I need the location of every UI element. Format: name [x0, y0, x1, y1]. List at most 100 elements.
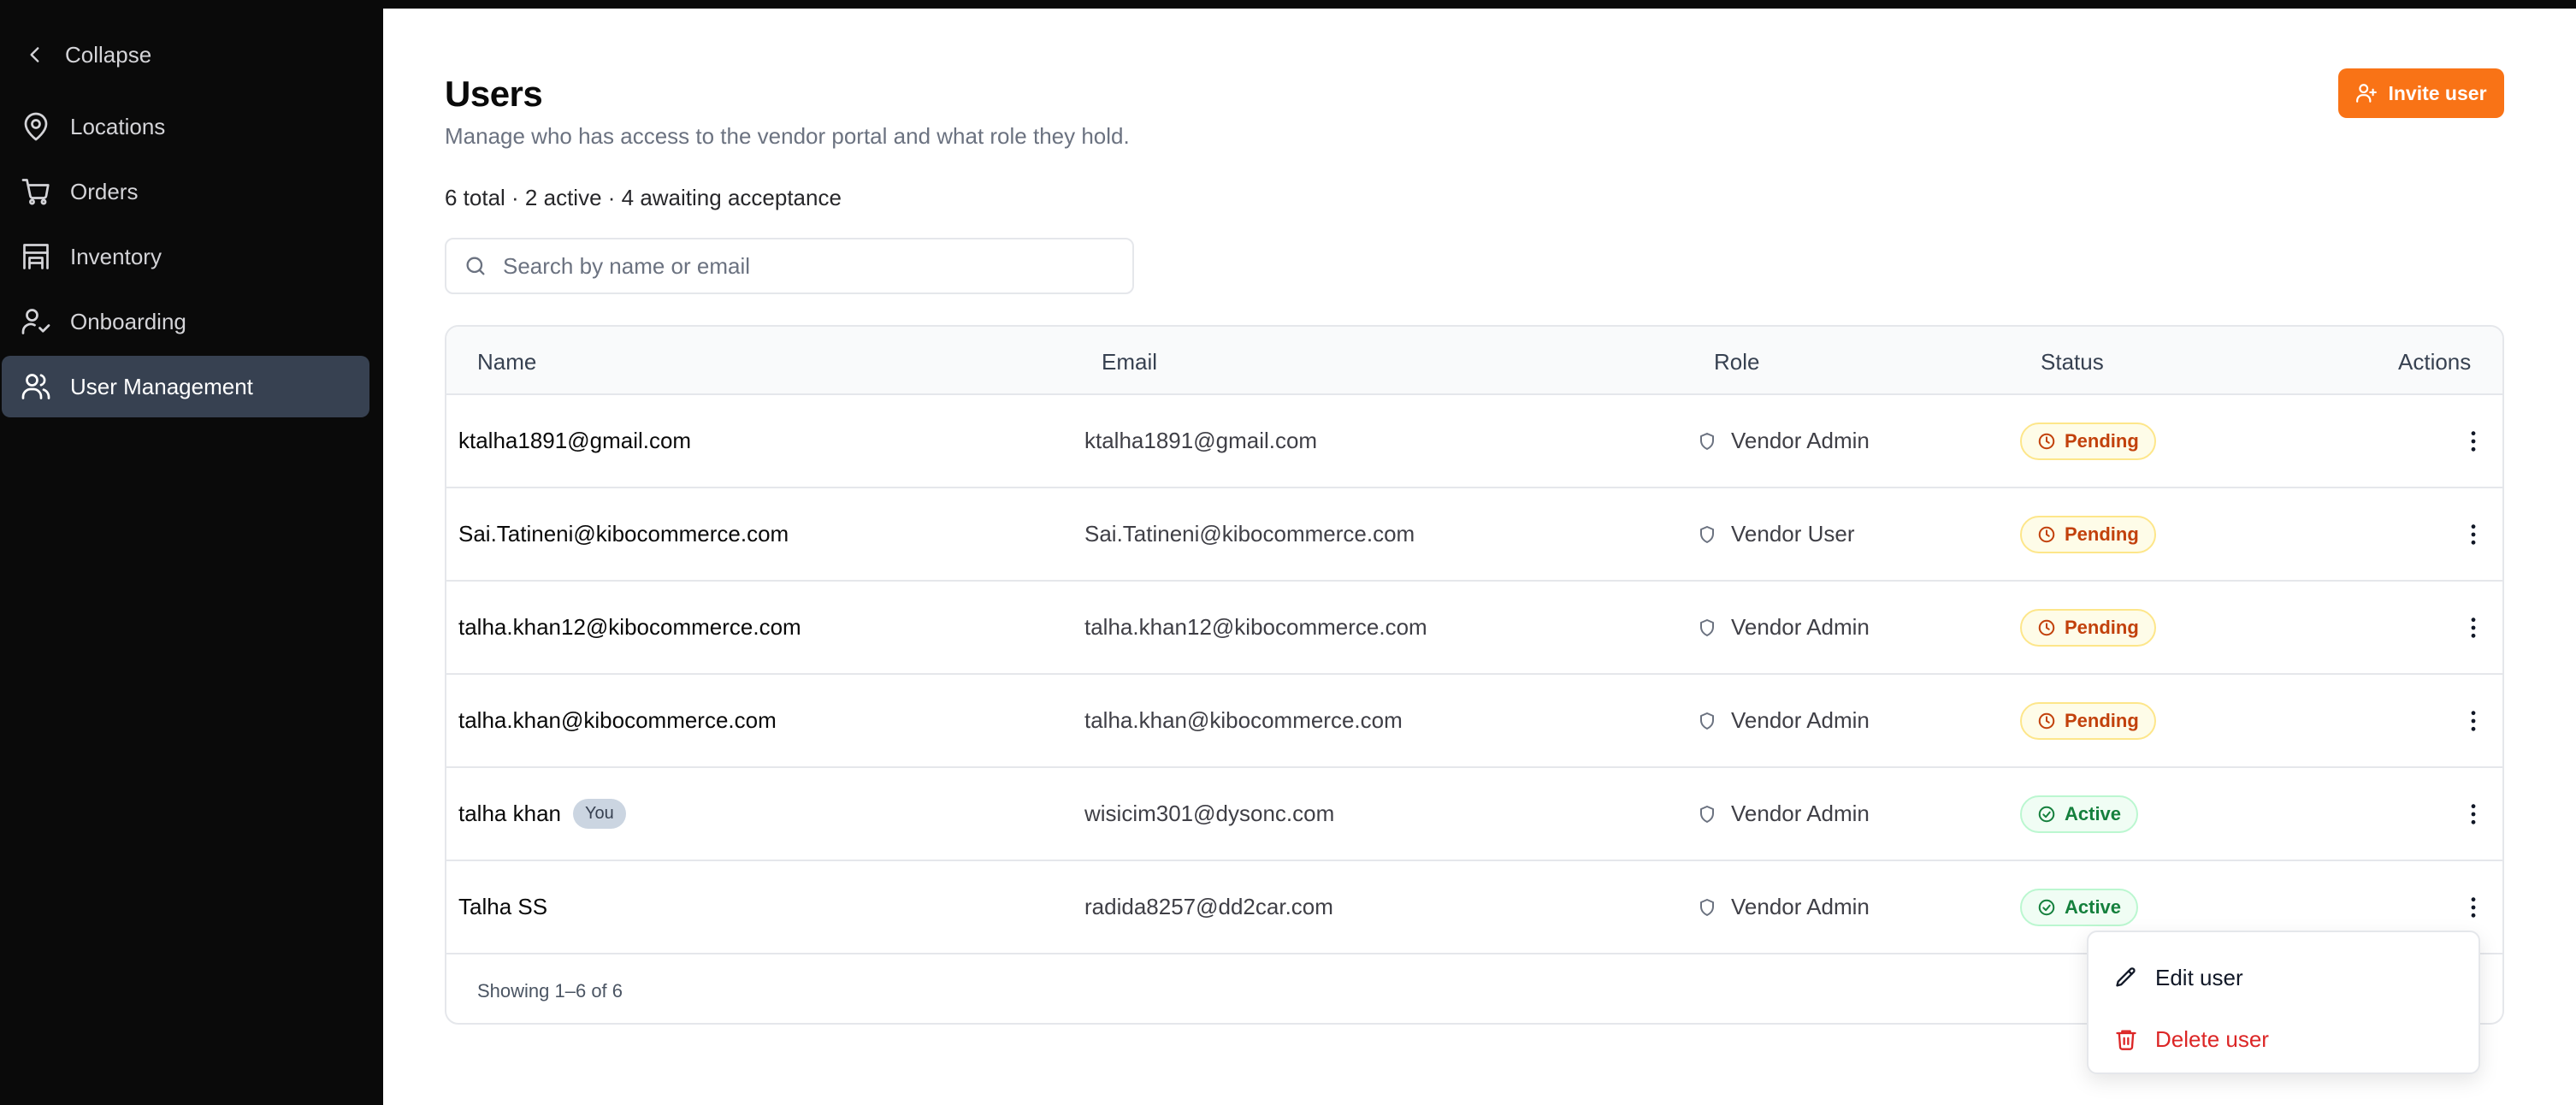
user-name: ktalha1891@gmail.com [458, 428, 692, 453]
more-vertical-icon [2471, 617, 2476, 638]
page-subtitle: Manage who has access to the vendor port… [445, 123, 1130, 149]
chevron-left-icon [30, 47, 39, 62]
user-role: Vendor Admin [1697, 768, 1870, 860]
table-row: Sai.Tatineni@kibocommerce.com Sai.Tatine… [446, 488, 2502, 582]
user-email: talha.khan@kibocommerce.com [1084, 707, 1403, 733]
row-actions-button[interactable] [2448, 675, 2499, 766]
more-vertical-icon [2471, 896, 2476, 918]
status-label: Pending [2065, 429, 2139, 452]
check-circle-icon [2038, 806, 2055, 822]
shield-icon [1700, 525, 1714, 543]
clock-icon [2038, 619, 2055, 635]
table-row: talha.khan@kibocommerce.com talha.khan@k… [446, 675, 2502, 768]
user-role: Vendor Admin [1697, 675, 1870, 766]
pagination-summary: Showing 1–6 of 6 [477, 980, 623, 1002]
status-label: Pending [2065, 709, 2139, 731]
row-actions-button[interactable] [2448, 768, 2499, 860]
table-row: talha khan You wisicim301@dysonc.com Ven… [446, 768, 2502, 861]
user-summary: 6 total · 2 active · 4 awaiting acceptan… [445, 185, 842, 210]
more-vertical-icon [2471, 803, 2476, 824]
clock-icon [2038, 712, 2055, 729]
status-cell: Pending [2020, 675, 2156, 766]
more-vertical-icon [2471, 430, 2476, 452]
user-email: radida8257@dd2car.com [1084, 894, 1333, 919]
collapse-label: Collapse [65, 41, 152, 68]
delete-user-menu-item[interactable]: Delete user [2114, 1018, 2269, 1061]
sidebar-item-onboarding[interactable]: Onboarding [2, 291, 369, 352]
edit-user-label: Edit user [2155, 964, 2243, 990]
shield-icon [1700, 805, 1714, 823]
users-icon [21, 374, 50, 399]
sidebar-item-orders[interactable]: Orders [2, 161, 369, 222]
more-vertical-icon [2471, 710, 2476, 731]
role-label: Vendor Admin [1731, 801, 1870, 826]
search-box[interactable] [445, 238, 1134, 294]
page-title: Users [445, 74, 543, 114]
collapse-button[interactable]: Collapse [24, 36, 151, 74]
table-header: Name Email Role Status Actions [446, 327, 2502, 395]
status-badge: Pending [2020, 701, 2156, 740]
sidebar: Collapse Locations Orders Inventory Onbo… [0, 0, 383, 1105]
sidebar-item-label: User Management [70, 373, 253, 399]
row-actions-button[interactable] [2448, 395, 2499, 487]
shield-icon [1700, 898, 1714, 916]
status-cell: Pending [2020, 582, 2156, 673]
status-label: Pending [2065, 616, 2139, 638]
status-cell: Pending [2020, 395, 2156, 487]
user-email: Sai.Tatineni@kibocommerce.com [1084, 521, 1415, 547]
trash-icon [2116, 1030, 2136, 1050]
shield-icon [1700, 618, 1714, 636]
user-name: talha.khan12@kibocommerce.com [458, 614, 801, 640]
search-input[interactable] [503, 252, 1102, 280]
top-bar [0, 0, 2576, 9]
warehouse-icon [23, 244, 49, 269]
column-header-status[interactable]: Status [2041, 349, 2104, 375]
user-name: Talha SS [458, 894, 548, 919]
status-cell: Pending [2020, 488, 2156, 580]
user-name-cell: talha khan You [458, 768, 626, 860]
cart-icon [21, 179, 50, 205]
user-email: wisicim301@dysonc.com [1084, 801, 1335, 826]
map-pin-icon [24, 112, 48, 141]
status-label: Active [2065, 895, 2122, 918]
role-label: Vendor User [1731, 521, 1855, 547]
shield-icon [1700, 712, 1714, 730]
user-plus-icon [2356, 84, 2378, 103]
row-actions-button[interactable] [2448, 582, 2499, 673]
user-email: talha.khan12@kibocommerce.com [1084, 614, 1427, 640]
status-label: Pending [2065, 523, 2139, 545]
sidebar-item-label: Inventory [70, 243, 162, 269]
row-actions-button[interactable] [2448, 488, 2499, 580]
sidebar-item-locations[interactable]: Locations [2, 96, 369, 157]
sidebar-item-label: Locations [70, 113, 166, 139]
sidebar-item-user-management[interactable]: User Management [2, 356, 369, 417]
status-badge: Pending [2020, 608, 2156, 647]
status-badge: Active [2020, 795, 2139, 833]
sidebar-item-label: Onboarding [70, 308, 186, 334]
sidebar-item-label: Orders [70, 178, 139, 204]
invite-user-button[interactable]: Invite user [2338, 68, 2504, 118]
status-badge: Pending [2020, 515, 2156, 553]
user-role: Vendor User [1697, 488, 1855, 580]
invite-user-label: Invite user [2388, 81, 2487, 104]
role-label: Vendor Admin [1731, 614, 1870, 640]
sidebar-nav: Locations Orders Inventory Onboarding Us… [2, 96, 369, 421]
role-label: Vendor Admin [1731, 707, 1870, 733]
user-role: Vendor Admin [1697, 582, 1870, 673]
column-header-role[interactable]: Role [1714, 349, 1759, 375]
user-name: talha.khan@kibocommerce.com [458, 707, 777, 733]
you-badge: You [572, 799, 626, 829]
table-row: talha.khan12@kibocommerce.com talha.khan… [446, 582, 2502, 675]
status-badge: Active [2020, 888, 2139, 926]
column-header-name[interactable]: Name [477, 349, 536, 375]
status-label: Active [2065, 802, 2122, 824]
column-header-email[interactable]: Email [1102, 349, 1157, 375]
check-circle-icon [2038, 899, 2055, 915]
shield-icon [1700, 432, 1714, 450]
edit-user-menu-item[interactable]: Edit user [2114, 956, 2243, 999]
status-cell: Active [2020, 768, 2139, 860]
table-row: ktalha1891@gmail.com ktalha1891@gmail.co… [446, 395, 2502, 488]
pencil-icon [2116, 967, 2136, 987]
status-badge: Pending [2020, 422, 2156, 460]
sidebar-item-inventory[interactable]: Inventory [2, 226, 369, 287]
